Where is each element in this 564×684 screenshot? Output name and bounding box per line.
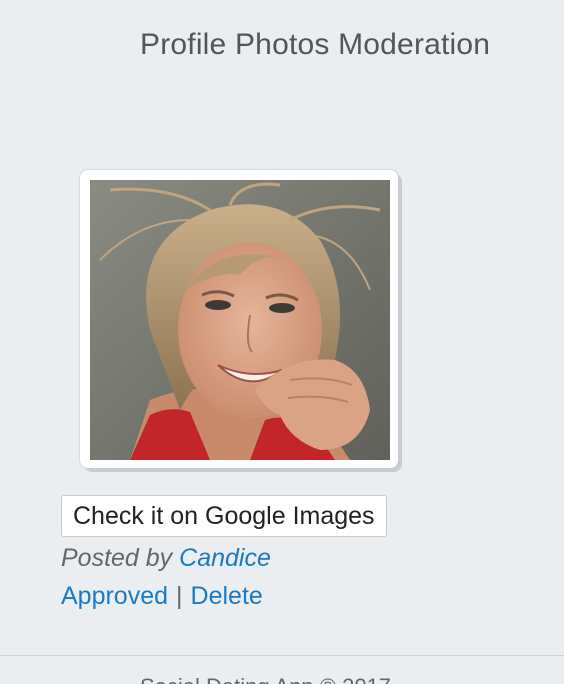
poster-link[interactable]: Candice bbox=[179, 544, 271, 572]
approved-link[interactable]: Approved bbox=[61, 582, 168, 610]
profile-photo[interactable] bbox=[90, 180, 390, 460]
action-separator: | bbox=[176, 582, 183, 610]
moderation-page: Profile Photos Moderation Check it on Go… bbox=[0, 0, 564, 684]
google-images-button[interactable]: Check it on Google Images bbox=[61, 495, 387, 537]
footer-divider bbox=[0, 655, 564, 656]
page-title: Profile Photos Moderation bbox=[140, 28, 491, 61]
footer-text: Social Dating App © 2017 bbox=[140, 674, 391, 684]
moderation-actions: Approved | Delete bbox=[61, 582, 263, 611]
profile-photo-image bbox=[90, 180, 390, 460]
profile-photo-card bbox=[80, 170, 398, 468]
delete-link[interactable]: Delete bbox=[191, 582, 263, 610]
posted-by-label: Posted by bbox=[61, 544, 173, 572]
posted-by-line: Posted by Candice bbox=[61, 544, 271, 573]
